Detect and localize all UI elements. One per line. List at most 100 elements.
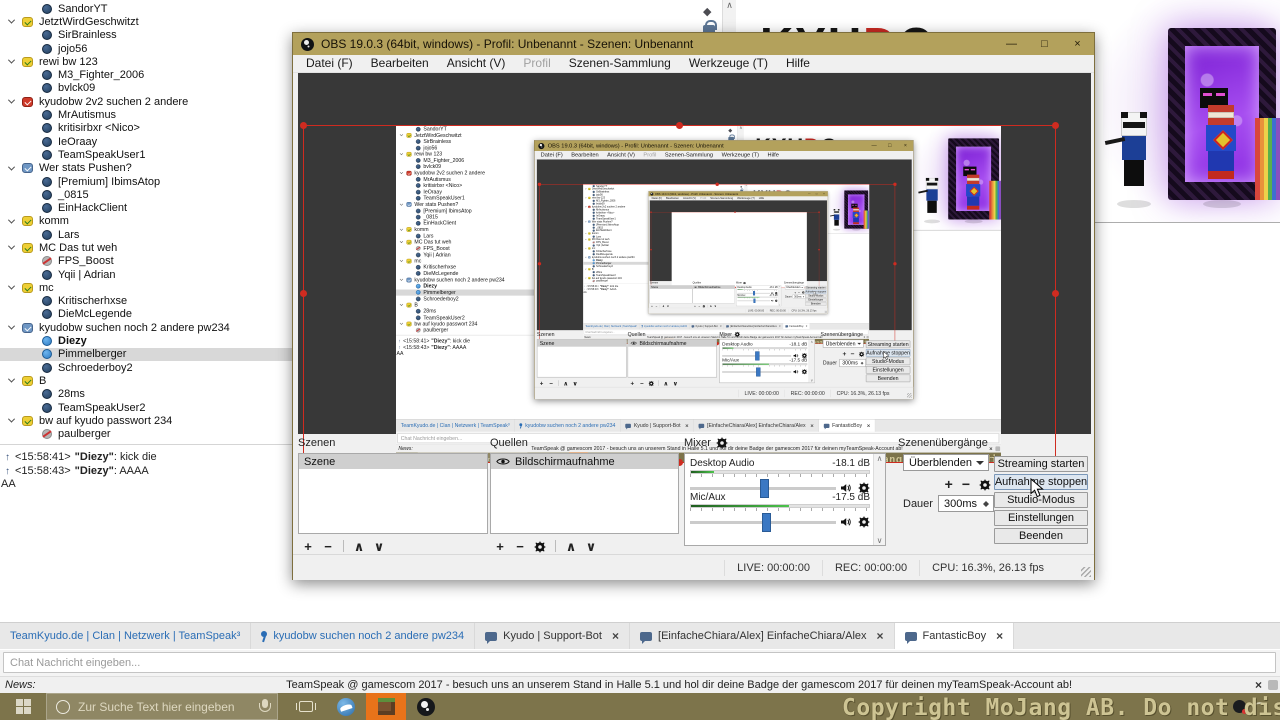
- add-source-button[interactable]: +: [492, 539, 508, 554]
- source-down-button[interactable]: ∨: [583, 539, 599, 554]
- task-view-icon: [299, 701, 313, 712]
- scene-down-button[interactable]: ∨: [371, 539, 387, 554]
- collapse-chevron-icon[interactable]: [8, 416, 15, 423]
- channel-icon: [22, 416, 33, 426]
- message-author: "Diezy": [75, 465, 114, 477]
- chat-tab[interactable]: TeamKyudo.de | Clan | Netzwerk | TeamSpe…: [0, 623, 251, 649]
- wifi-icon[interactable]: [1254, 702, 1266, 711]
- collapse-chevron-icon[interactable]: [8, 97, 15, 104]
- chat-message-input[interactable]: [3, 652, 1276, 673]
- aufnahme-stoppen-button[interactable]: Aufnahme stoppen: [994, 474, 1088, 490]
- studio-modus-button[interactable]: Studio-Modus: [994, 492, 1088, 508]
- user-name: DieMcLegende: [58, 308, 132, 320]
- start-button[interactable]: [0, 693, 46, 720]
- channel-icon: [22, 283, 33, 293]
- taskbar-minecraft-button[interactable]: [366, 693, 406, 720]
- slider-handle[interactable]: [762, 513, 771, 532]
- remove-scene-button[interactable]: −: [320, 539, 336, 554]
- microphone-icon[interactable]: [262, 699, 268, 708]
- collapse-chevron-icon[interactable]: [8, 57, 15, 64]
- collapse-chevron-icon[interactable]: [8, 163, 15, 170]
- source-up-button[interactable]: ∧: [563, 539, 579, 554]
- message-time: <15:58:41>: [15, 451, 71, 463]
- chat-tab[interactable]: FantasticBoy×: [895, 623, 1015, 649]
- taskbar-teamspeak-button[interactable]: [326, 693, 366, 720]
- mixer-scrollbar[interactable]: ∧∨: [873, 454, 885, 545]
- obs-preview-area[interactable]: SandorYTJetztWirdGeschwitztSirBrainlessj…: [298, 73, 1091, 434]
- obs-titlebar[interactable]: OBS 19.0.3 (64bit, windows) - Profil: Un…: [293, 33, 1094, 55]
- channel-db: -17.5 dB: [832, 492, 870, 504]
- streaming-starten-button[interactable]: Streaming starten: [994, 456, 1088, 472]
- add-transition-button[interactable]: +: [945, 476, 953, 492]
- collapse-chevron-icon[interactable]: [8, 243, 15, 250]
- user-status-icon: [42, 363, 52, 373]
- chat-bubble-icon: [485, 632, 497, 641]
- scene-up-button[interactable]: ∧: [351, 539, 367, 554]
- news-close-icon[interactable]: ×: [1255, 678, 1262, 692]
- einstellungen-button[interactable]: Einstellungen: [994, 510, 1088, 526]
- news-settings-icon[interactable]: [1268, 680, 1278, 690]
- volume-slider[interactable]: [690, 487, 836, 490]
- selection-handle[interactable]: [1052, 122, 1059, 129]
- add-scene-button[interactable]: +: [300, 539, 316, 554]
- menu-item[interactable]: Werkzeuge (T): [680, 55, 777, 72]
- mixer-gear-icon[interactable]: [716, 437, 728, 449]
- sources-list[interactable]: Bildschirmaufnahme: [490, 453, 679, 534]
- channel-name: bw auf kyudo passwort 234: [39, 415, 172, 427]
- beenden-button[interactable]: Beenden: [994, 528, 1088, 544]
- collapse-chevron-icon[interactable]: [8, 283, 15, 290]
- close-button[interactable]: ×: [1061, 33, 1094, 55]
- remove-source-button[interactable]: −: [512, 539, 528, 554]
- source-item[interactable]: Bildschirmaufnahme: [491, 454, 678, 469]
- menu-item[interactable]: Profil: [514, 55, 559, 72]
- menu-item[interactable]: Bearbeiten: [362, 55, 438, 72]
- chat-tab[interactable]: [EinfacheChiara/Alex] EinfacheChiara/Ale…: [630, 623, 895, 649]
- selection-handle[interactable]: [1052, 290, 1059, 297]
- tab-close-icon[interactable]: ×: [996, 629, 1003, 643]
- tab-close-icon[interactable]: ×: [612, 629, 619, 643]
- transition-dropdown[interactable]: Überblenden: [903, 454, 989, 471]
- transition-gear-icon[interactable]: [979, 476, 991, 492]
- menu-item[interactable]: Ansicht (V): [438, 55, 515, 72]
- transition-toolbar: + −: [903, 476, 991, 492]
- minimize-button[interactable]: —: [995, 33, 1028, 55]
- tray-obs-icon[interactable]: [1233, 700, 1246, 713]
- resize-grip[interactable]: [1081, 567, 1091, 577]
- user-status-icon: [42, 429, 52, 439]
- shadow: [1203, 200, 1241, 208]
- menu-item[interactable]: Datei (F): [297, 55, 362, 72]
- channel-row[interactable]: JetztWirdGeschwitzt: [0, 15, 718, 28]
- minecraft-banner-image: [1103, 0, 1280, 222]
- scenes-list[interactable]: Szene: [298, 453, 488, 534]
- selection-handle[interactable]: [300, 122, 307, 129]
- scene-item[interactable]: Szene: [299, 454, 487, 469]
- tray-expand-icon[interactable]: ∧: [1218, 701, 1225, 712]
- taskbar-obs-button[interactable]: [406, 693, 446, 720]
- source-properties-gear-icon[interactable]: [532, 539, 548, 554]
- collapse-chevron-icon[interactable]: [8, 17, 15, 24]
- user-name: Yqii | Adrian: [58, 269, 116, 281]
- chat-tab[interactable]: Kyudo | Support-Bot×: [475, 623, 630, 649]
- chat-tab[interactable]: kyudobw suchen noch 2 andere pw234: [251, 623, 475, 649]
- speaker-icon[interactable]: [839, 513, 852, 531]
- minecraft-icon: [378, 698, 395, 715]
- menu-item[interactable]: Hilfe: [777, 55, 819, 72]
- collapse-chevron-icon[interactable]: [8, 376, 15, 383]
- news-bar: News: TeamSpeak @ gamescom 2017 - besuch…: [0, 676, 1280, 693]
- duration-spinner[interactable]: 300ms: [938, 495, 994, 512]
- taskbar-search-box[interactable]: Zur Suche Text hier eingeben: [46, 693, 278, 720]
- maximize-button[interactable]: □: [1028, 33, 1061, 55]
- chat-tab-bar: TeamKyudo.de | Clan | Netzwerk | TeamSpe…: [0, 622, 1280, 649]
- user-row[interactable]: SandorYT: [0, 2, 718, 15]
- selection-handle[interactable]: [300, 290, 307, 297]
- tab-close-icon[interactable]: ×: [877, 629, 884, 643]
- channel-name: kyudobw 2v2 suchen 2 andere: [39, 96, 188, 108]
- volume-slider[interactable]: [690, 521, 836, 524]
- collapse-chevron-icon[interactable]: [8, 216, 15, 223]
- message-text: : AAAA: [114, 465, 149, 477]
- channel-gear-icon[interactable]: [858, 513, 870, 531]
- task-view-button[interactable]: [286, 693, 326, 720]
- collapse-chevron-icon[interactable]: [8, 323, 15, 330]
- menu-item[interactable]: Szenen-Sammlung: [560, 55, 680, 72]
- remove-transition-button[interactable]: −: [962, 476, 970, 492]
